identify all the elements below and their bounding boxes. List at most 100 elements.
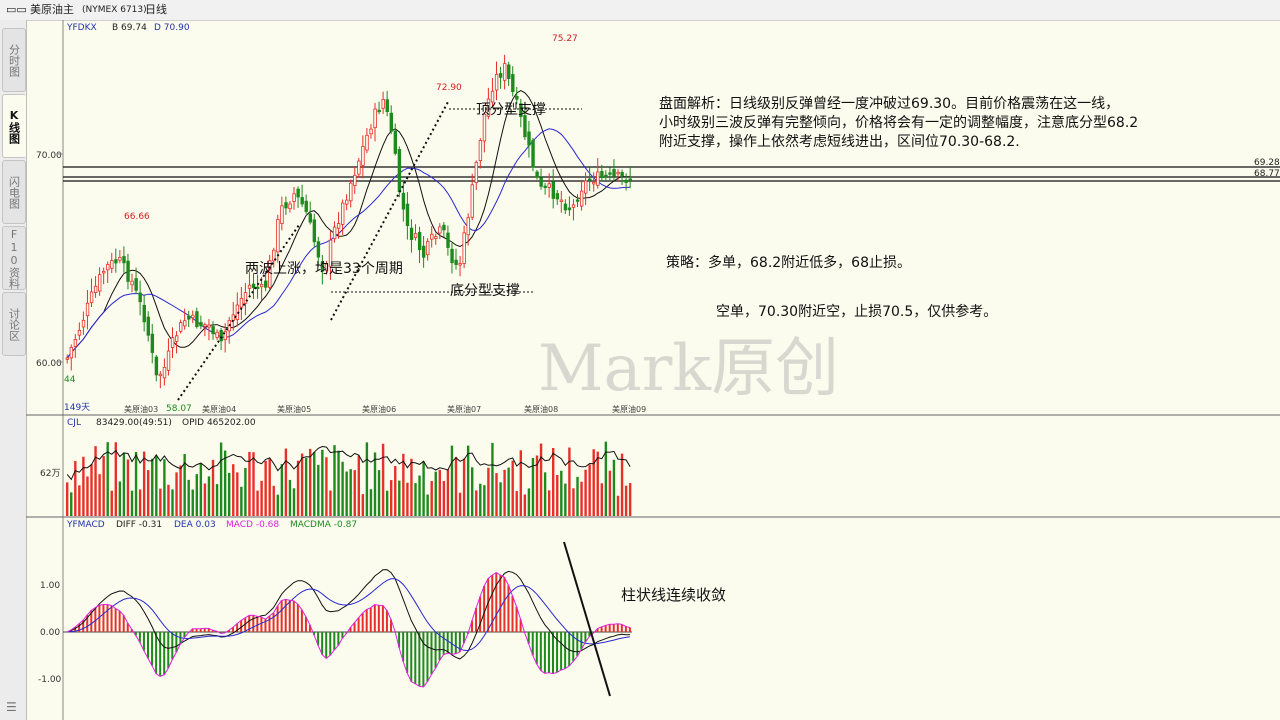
volume-bar bbox=[471, 467, 474, 516]
candle-body bbox=[106, 264, 110, 271]
candle-body bbox=[102, 270, 106, 274]
volume-bar bbox=[211, 459, 215, 516]
macd-bar bbox=[276, 605, 279, 632]
macd-bar bbox=[252, 615, 255, 632]
volume-bar bbox=[126, 459, 130, 516]
candle-body bbox=[588, 178, 592, 181]
candle-body bbox=[571, 204, 576, 208]
macd-y-label: -1.00 bbox=[38, 675, 62, 685]
volume-indicator-name[interactable]: CJL bbox=[67, 418, 81, 428]
candle-body bbox=[178, 322, 183, 332]
candle-body bbox=[616, 171, 620, 175]
volume-bar bbox=[390, 480, 393, 516]
candle-body bbox=[89, 291, 94, 304]
candle-body bbox=[515, 96, 519, 100]
candle-body bbox=[438, 226, 442, 234]
volume-bar bbox=[446, 469, 450, 516]
volume-bar bbox=[418, 475, 421, 516]
candle-body bbox=[620, 172, 624, 177]
volume-bar bbox=[82, 456, 85, 516]
candle-body bbox=[146, 316, 150, 336]
macd-bar bbox=[628, 627, 631, 632]
volume-bar bbox=[110, 490, 113, 516]
candle-body bbox=[600, 170, 604, 178]
candle-body bbox=[612, 169, 616, 177]
macd-bar bbox=[422, 632, 425, 688]
candle-body bbox=[413, 233, 418, 239]
tab-intraday[interactable]: 分时图 bbox=[2, 28, 26, 92]
candle-body bbox=[300, 197, 304, 205]
candle-body bbox=[280, 205, 284, 224]
main-indicator-name[interactable]: YFDKX bbox=[66, 23, 97, 33]
volume-bar bbox=[134, 452, 138, 516]
low-label-5807: 58.07 bbox=[166, 404, 192, 414]
tab-flash[interactable]: 闪电图 bbox=[2, 160, 26, 224]
candle-body bbox=[239, 297, 244, 308]
candle-body bbox=[543, 185, 547, 189]
volume-bar bbox=[495, 473, 498, 516]
candle-body bbox=[365, 134, 369, 151]
candle-body bbox=[219, 329, 223, 342]
volume-bar bbox=[244, 467, 247, 516]
candle-body bbox=[551, 181, 555, 199]
diff-value: DIFF -0.31 bbox=[116, 520, 162, 530]
volume-bar bbox=[353, 470, 356, 516]
candle-body bbox=[251, 283, 256, 289]
candle-body bbox=[507, 64, 511, 79]
candle-body bbox=[85, 302, 90, 317]
volume-bar bbox=[462, 458, 466, 516]
macd-bar bbox=[483, 585, 486, 632]
volume-bar bbox=[313, 452, 316, 516]
side-tab-bar: 分时图 K线图 闪电图 F10资料 讨论区 ☰ bbox=[0, 20, 27, 720]
y-label-70: 70.00 bbox=[36, 151, 62, 161]
volume-bar bbox=[596, 451, 599, 516]
candle-body bbox=[276, 219, 280, 253]
tab-kline[interactable]: K线图 bbox=[2, 94, 26, 158]
list-icon[interactable]: ☰ bbox=[6, 700, 17, 714]
macd-y-label: 1.00 bbox=[40, 581, 60, 591]
macd-bar bbox=[426, 632, 429, 682]
candle-body bbox=[73, 338, 78, 347]
bottom-fractal-label: 底分型支撑 bbox=[450, 283, 520, 299]
volume-bar bbox=[345, 471, 348, 516]
tab-forum[interactable]: 讨论区 bbox=[2, 292, 26, 356]
macd-bar bbox=[325, 632, 328, 659]
candle-body bbox=[110, 260, 114, 269]
volume-bar bbox=[260, 480, 263, 516]
macd-bar bbox=[381, 605, 384, 632]
macd-bar bbox=[151, 632, 154, 666]
chart-canvas[interactable]: YFDKX B 69.74 D 70.90 CJL 83429.00(49:51… bbox=[26, 20, 1280, 720]
candle-body bbox=[584, 180, 588, 194]
volume-bar bbox=[199, 463, 203, 516]
candle-body bbox=[353, 174, 357, 186]
volume-bar bbox=[523, 494, 527, 516]
volume-bar bbox=[398, 480, 401, 516]
volume-bar bbox=[232, 464, 235, 516]
candle-body bbox=[65, 357, 69, 360]
candle-body bbox=[494, 73, 499, 91]
window-menu-icon[interactable]: ▭▭ bbox=[6, 0, 27, 20]
macd-bar bbox=[268, 615, 271, 632]
tab-f10[interactable]: F10资料 bbox=[2, 226, 26, 290]
high-label-7290: 72.90 bbox=[436, 83, 462, 93]
period-selector[interactable]: 日线 bbox=[145, 0, 167, 20]
macd-bar bbox=[329, 632, 332, 656]
macd-bar bbox=[552, 632, 554, 674]
volume-bar bbox=[142, 451, 146, 516]
candle-body bbox=[478, 140, 483, 161]
candle-body bbox=[377, 109, 381, 113]
candle-body bbox=[357, 160, 361, 175]
macd-bar bbox=[446, 632, 449, 654]
volume-bar bbox=[98, 474, 101, 516]
macd-indicator-name[interactable]: YFMACD bbox=[66, 520, 105, 530]
volume-bar bbox=[280, 464, 284, 516]
macd-bar bbox=[357, 617, 360, 632]
volume-bar bbox=[394, 466, 397, 516]
candle-body bbox=[498, 73, 503, 78]
candle-body bbox=[531, 139, 535, 168]
volume-bar bbox=[414, 483, 417, 516]
candle-body bbox=[421, 245, 426, 258]
volume-bar bbox=[584, 469, 587, 516]
candle-body bbox=[231, 314, 236, 321]
volume-bar bbox=[377, 470, 381, 516]
